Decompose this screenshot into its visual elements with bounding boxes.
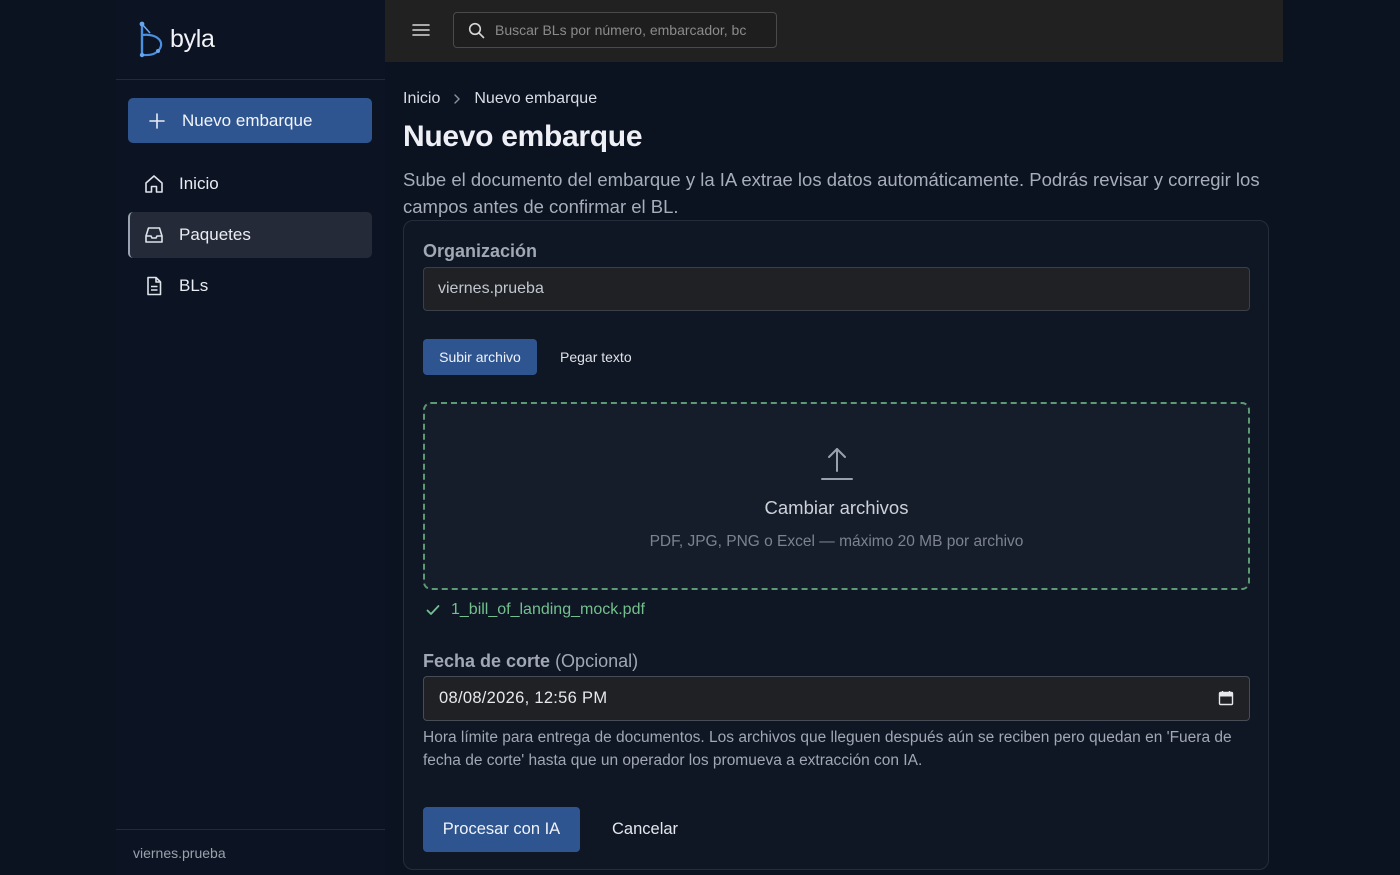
optional-tag: (Opcional) <box>555 651 639 671</box>
document-icon <box>147 276 162 296</box>
breadcrumb-home[interactable]: Inicio <box>403 90 440 108</box>
cutoff-date-label: Fecha de corte (Opcional) <box>423 651 638 672</box>
sidebar-item-label: Paquetes <box>179 225 251 244</box>
topbar <box>385 0 1283 62</box>
search-input[interactable] <box>495 22 755 38</box>
page-title: Nuevo embarque <box>403 120 643 153</box>
sidebar-item-paquetes[interactable]: Paquetes <box>128 212 372 258</box>
upload-icon <box>821 448 853 480</box>
shipment-form-card: Organización viernes.prueba Subir archiv… <box>403 220 1269 870</box>
sidebar-item-inicio[interactable]: Inicio <box>128 161 372 207</box>
chevron-right-icon <box>454 94 461 104</box>
logo[interactable]: byla <box>116 0 385 80</box>
sidebar-item-label: BLs <box>179 276 209 295</box>
sidebar: byla Nuevo embarque Inicio Paquetes BLs … <box>116 0 385 875</box>
hamburger-menu-icon[interactable] <box>411 20 431 40</box>
plus-icon <box>149 112 165 129</box>
organization-field[interactable]: viernes.prueba <box>423 267 1250 311</box>
new-shipment-button[interactable]: Nuevo embarque <box>128 98 372 143</box>
file-dropzone[interactable]: Cambiar archivos PDF, JPG, PNG o Excel —… <box>423 402 1250 590</box>
dropzone-subtitle: PDF, JPG, PNG o Excel — máximo 20 MB por… <box>649 533 1024 550</box>
process-with-ai-button[interactable]: Procesar con IA <box>423 807 580 852</box>
calendar-icon[interactable] <box>1218 690 1234 706</box>
breadcrumb: Inicio Nuevo embarque <box>403 90 597 108</box>
inbox-icon <box>145 227 163 243</box>
new-shipment-label: Nuevo embarque <box>182 110 313 130</box>
organization-label: Organización <box>423 241 538 261</box>
uploaded-file-item: 1_bill_of_landing_mock.pdf <box>425 601 645 619</box>
app-name: byla <box>170 25 215 53</box>
breadcrumb-current: Nuevo embarque <box>474 90 598 107</box>
sidebar-item-bls[interactable]: BLs <box>128 263 372 309</box>
cutoff-date-value: 08/08/2026, 12:56 PM <box>439 689 608 707</box>
dropzone-title: Cambiar archivos <box>764 497 909 518</box>
checkmark-icon <box>426 605 440 615</box>
byla-logo-icon <box>139 21 163 57</box>
page-description: Sube el documento del embarque y la IA e… <box>403 169 1260 217</box>
cutoff-date-hint: Hora límite para entrega de documentos. … <box>423 729 1232 769</box>
cancel-button[interactable]: Cancelar <box>612 807 678 852</box>
tab-upload-file[interactable]: Subir archivo <box>423 339 537 375</box>
sidebar-footer-org: viernes.prueba <box>116 829 385 875</box>
uploaded-file-name: 1_bill_of_landing_mock.pdf <box>451 601 645 618</box>
search-icon <box>468 22 485 38</box>
cutoff-date-field[interactable]: 08/08/2026, 12:56 PM <box>423 676 1250 721</box>
tab-paste-text[interactable]: Pegar texto <box>560 339 632 375</box>
search-box[interactable] <box>453 12 777 48</box>
sidebar-item-label: Inicio <box>179 174 219 193</box>
home-icon <box>145 175 163 193</box>
cutoff-date-label-text: Fecha de corte <box>423 651 551 671</box>
